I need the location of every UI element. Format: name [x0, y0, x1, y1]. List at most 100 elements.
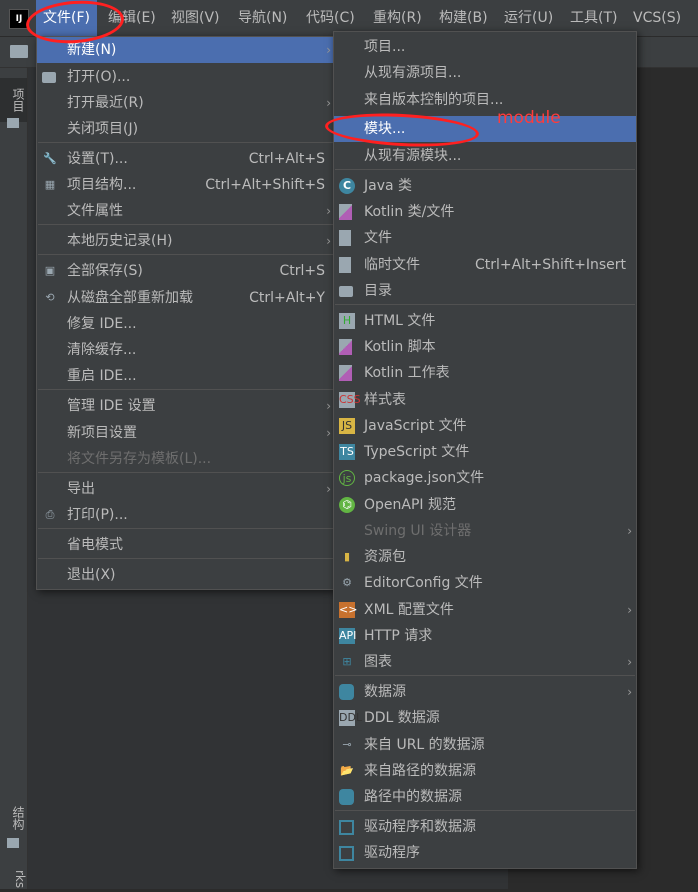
menu-item-label: 从现有源模块... — [364, 148, 462, 164]
driver-icon — [339, 846, 354, 861]
new-submenu: 项目... 从现有源项目... 来自版本控制的项目... 模块... 从现有源模块...… — [333, 31, 637, 869]
database-icon — [339, 789, 354, 805]
menu-navigate[interactable]: 导航(N) — [231, 0, 294, 36]
menu-item-20[interactable]: ⚙ EditorConfig 文件 — [334, 570, 636, 596]
project-structure-icon: ▦ — [44, 178, 56, 191]
menu-item-19[interactable]: ▮ 资源包 — [334, 544, 636, 570]
menu-item-label: OpenAPI 规范 — [364, 497, 456, 513]
menu-item-8[interactable]: 临时文件 Ctrl+Alt+Shift+Insert — [334, 252, 636, 278]
menu-view[interactable]: 视图(V) — [164, 0, 227, 36]
reload-icon: ⟲ — [45, 291, 55, 304]
menu-item-1[interactable]: 从现有源项目... — [334, 60, 636, 86]
menu-item-9[interactable]: ⟲ 从磁盘全部重新加载 Ctrl+Alt+Y — [37, 285, 335, 311]
menu-item-13[interactable]: 管理 IDE 设置 › — [37, 393, 335, 419]
menu-separator — [38, 472, 334, 473]
menu-item-30[interactable]: 驱动程序 — [334, 840, 636, 866]
menu-item-label: 全部保存(S) — [67, 263, 143, 279]
menu-item-label: Swing UI 设计器 — [364, 523, 472, 539]
scratch-file-icon — [339, 257, 351, 273]
project-folder-icon[interactable] — [10, 45, 28, 58]
menu-item-15: 将文件另存为模板(L)... — [37, 446, 335, 472]
menu-item-17[interactable]: ⌬ OpenAPI 规范 — [334, 492, 636, 518]
menu-item-label: HTTP 请求 — [364, 628, 433, 644]
bookmarks-tool-button[interactable]: rks — [0, 866, 27, 892]
openapi-icon: ⌬ — [339, 497, 355, 513]
menu-item-29[interactable]: 驱动程序和数据源 — [334, 814, 636, 840]
java-class-icon: C — [339, 178, 355, 194]
xml-icon: <> — [339, 602, 358, 618]
shortcut-label: Ctrl+Alt+S — [248, 151, 325, 167]
menu-item-14[interactable]: 新项目设置 › — [37, 420, 335, 446]
structure-tool-icon — [7, 838, 19, 848]
menu-item-14[interactable]: JS JavaScript 文件 — [334, 413, 636, 439]
menu-item-28[interactable]: 路径中的数据源 — [334, 784, 636, 810]
menu-item-label: 从现有源项目... — [364, 65, 462, 81]
menu-item-7[interactable]: 文件 — [334, 225, 636, 251]
ddl-icon: DDL — [339, 710, 363, 726]
menu-item-7[interactable]: 本地历史记录(H) › — [37, 228, 335, 254]
driver-icon — [339, 820, 354, 835]
menu-item-0[interactable]: 项目... — [334, 34, 636, 60]
menu-item-2[interactable]: 来自版本控制的项目... — [334, 87, 636, 113]
menu-item-9[interactable]: 目录 — [334, 278, 636, 304]
menu-separator — [38, 528, 334, 529]
menu-item-4[interactable]: 🔧 设置(T)... Ctrl+Alt+S — [37, 146, 335, 172]
menu-item-label: 退出(X) — [67, 567, 116, 583]
menu-item-18[interactable]: 省电模式 — [37, 532, 335, 558]
menu-item-16[interactable]: 导出 › — [37, 476, 335, 502]
menu-item-label: JavaScript 文件 — [364, 418, 467, 434]
folder-open-icon: 📂 — [340, 764, 354, 777]
menu-item-15[interactable]: TS TypeScript 文件 — [334, 439, 636, 465]
menu-item-10[interactable]: H HTML 文件 — [334, 308, 636, 334]
project-tool-button[interactable]: 项目 — [0, 78, 27, 122]
menu-item-13[interactable]: CSS 样式表 — [334, 387, 636, 413]
package-json-icon: js — [339, 470, 355, 486]
menu-item-label: 省电模式 — [67, 537, 123, 553]
menu-item-8[interactable]: ▣ 全部保存(S) Ctrl+S — [37, 258, 335, 284]
shortcut-label: Ctrl+S — [279, 263, 325, 279]
shortcut-label: Ctrl+Alt+Shift+Insert — [474, 257, 626, 273]
html-icon: H — [339, 313, 355, 329]
menu-item-label: 打开最近(R) — [67, 95, 144, 111]
menu-item-2[interactable]: 打开最近(R) › — [37, 90, 335, 116]
menu-item-12[interactable]: Kotlin 工作表 — [334, 360, 636, 386]
menu-item-3[interactable]: 关闭项目(J) — [37, 116, 335, 142]
http-icon: API — [339, 628, 357, 644]
menu-item-4[interactable]: 从现有源模块... — [334, 143, 636, 169]
menu-item-16[interactable]: js package.json文件 — [334, 465, 636, 491]
menu-item-26[interactable]: ⊸ 来自 URL 的数据源 — [334, 732, 636, 758]
menu-item-24[interactable]: 数据源 › — [334, 679, 636, 705]
menu-item-12[interactable]: 重启 IDE... — [37, 363, 335, 389]
menu-item-5[interactable]: C Java 类 — [334, 173, 636, 199]
menu-item-23[interactable]: ⊞ 图表 › — [334, 649, 636, 675]
menu-item-11[interactable]: 清除缓存... — [37, 337, 335, 363]
submenu-arrow-icon: › — [326, 204, 331, 218]
menu-item-21[interactable]: <> XML 配置文件 › — [334, 597, 636, 623]
menu-item-25[interactable]: DDL DDL 数据源 — [334, 705, 636, 731]
wrench-icon: 🔧 — [43, 152, 57, 165]
menu-item-22[interactable]: API HTTP 请求 — [334, 623, 636, 649]
menu-item-label: 项目... — [364, 39, 406, 55]
menu-item-1[interactable]: 打开(O)... — [37, 64, 335, 90]
menu-item-6[interactable]: Kotlin 类/文件 — [334, 199, 636, 225]
menu-item-label: 管理 IDE 设置 — [67, 398, 156, 414]
menu-item-label: 将文件另存为模板(L)... — [67, 451, 212, 467]
file-menu: 新建(N) › 打开(O)... 打开最近(R) › 关闭项目(J) 🔧 设置(T)... Ct… — [36, 36, 336, 590]
menu-item-27[interactable]: 📂 来自路径的数据源 — [334, 758, 636, 784]
menu-item-label: 导出 — [67, 481, 95, 497]
submenu-arrow-icon: › — [326, 43, 331, 57]
submenu-arrow-icon: › — [627, 655, 632, 669]
menu-item-10[interactable]: 修复 IDE... — [37, 311, 335, 337]
menu-item-label: 目录 — [364, 283, 392, 299]
menu-item-17[interactable]: ⎙ 打印(P)... — [37, 502, 335, 528]
menu-item-label: 本地历史记录(H) — [67, 233, 173, 249]
folder-icon — [339, 286, 353, 297]
menu-item-5[interactable]: ▦ 项目结构... Ctrl+Alt+Shift+S — [37, 172, 335, 198]
menu-item-19[interactable]: 退出(X) — [37, 562, 335, 588]
menu-item-label: 临时文件 — [364, 257, 420, 273]
diagram-icon: ⊞ — [342, 655, 352, 668]
menu-item-11[interactable]: Kotlin 脚本 — [334, 334, 636, 360]
structure-tool-button[interactable]: 结构 — [0, 798, 27, 838]
menu-item-6[interactable]: 文件属性 › — [37, 198, 335, 224]
submenu-arrow-icon: › — [326, 399, 331, 413]
